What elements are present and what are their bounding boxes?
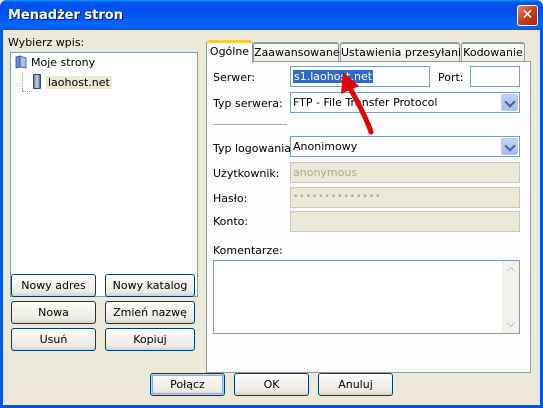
ok-button[interactable]: OK <box>234 373 309 396</box>
logon-type-value: Anonimowy <box>293 140 358 153</box>
copy-button[interactable]: Kopiuj <box>105 328 195 351</box>
password-input[interactable]: •••••••••••••• <box>290 187 520 208</box>
window-frame: Menadżer stron ✕ Wybierz wpis: Moje stro… <box>0 0 543 408</box>
tree-node-root[interactable]: Moje strony <box>15 55 95 71</box>
scroll-down-icon[interactable] <box>504 317 519 332</box>
delete-label: Usuń <box>39 333 68 346</box>
connect-label: Połącz <box>170 378 205 391</box>
user-input[interactable]: anonymous <box>290 162 520 183</box>
new-bookmark-button[interactable]: Nowa Zakładka <box>11 301 96 340</box>
copy-label: Kopiuj <box>133 333 167 346</box>
separator <box>213 124 287 126</box>
rename-button[interactable]: Zmień nazwę <box>105 301 195 324</box>
scroll-up-icon[interactable] <box>504 262 519 277</box>
logon-type-select[interactable]: Anonimowy <box>290 136 520 157</box>
new-site-label: Nowy adres <box>21 279 86 292</box>
server-type-label: Typ serwera: <box>213 97 283 110</box>
account-label: Konto: <box>213 215 249 228</box>
tab-charset-label: Kodowanie <box>463 46 523 59</box>
site-tree[interactable]: Moje strony laohost.net <box>10 52 198 297</box>
folder-open-icon <box>15 55 27 69</box>
tab-transfer-settings[interactable]: Ustawienia przesyłania <box>340 42 468 62</box>
title-bar[interactable]: Menadżer stron ✕ <box>0 0 543 30</box>
user-input-value: anonymous <box>293 166 358 179</box>
comments-scrollbar[interactable] <box>502 261 519 333</box>
new-folder-button[interactable]: Nowy katalog <box>105 274 195 297</box>
chevron-down-icon[interactable] <box>501 138 518 155</box>
rename-label: Zmień nazwę <box>113 306 187 319</box>
ok-label: OK <box>263 378 280 391</box>
port-input[interactable] <box>470 66 520 87</box>
comments-textarea[interactable] <box>213 260 520 334</box>
select-entry-label: Wybierz wpis: <box>8 36 85 49</box>
tree-node-site[interactable]: laohost.net <box>33 74 112 90</box>
close-icon: ✕ <box>521 7 534 23</box>
tab-advanced[interactable]: Zaawansowane <box>253 42 340 62</box>
tree-node-root-label: Moje strony <box>31 56 96 69</box>
dialog-client: Wybierz wpis: Moje strony laohost.net No… <box>3 30 540 405</box>
server-type-select[interactable]: FTP - File Transfer Protocol <box>290 92 520 113</box>
delete-button[interactable]: Usuń <box>11 328 96 351</box>
window-title: Menadżer stron <box>8 8 123 23</box>
tab-charset[interactable]: Kodowanie <box>461 42 525 62</box>
password-input-value: •••••••••••••• <box>293 192 382 202</box>
tree-connector <box>22 91 32 92</box>
password-label: Hasło: <box>213 192 248 205</box>
tree-connector <box>22 73 23 91</box>
user-label: Użytkownik: <box>213 167 280 180</box>
tab-general[interactable]: Ogólne <box>206 40 253 63</box>
close-button[interactable]: ✕ <box>517 5 538 26</box>
server-label: Serwer: <box>213 71 256 84</box>
port-label: Port: <box>438 71 464 84</box>
logon-type-label: Typ logowania: <box>213 142 295 155</box>
cancel-button[interactable]: Anuluj <box>318 373 393 396</box>
cancel-label: Anuluj <box>338 378 373 391</box>
tab-transfer-settings-label: Ustawienia przesyłania <box>341 46 468 59</box>
connect-button[interactable]: Połącz <box>150 373 225 396</box>
tree-node-site-label: laohost.net <box>46 76 112 89</box>
new-site-button[interactable]: Nowy adres <box>11 274 96 297</box>
account-input[interactable] <box>290 211 520 232</box>
chevron-down-icon[interactable] <box>501 94 518 111</box>
annotation-arrow-icon <box>341 72 374 135</box>
new-folder-label: Nowy katalog <box>112 279 188 292</box>
comments-label: Komentarze: <box>213 244 283 257</box>
tab-advanced-label: Zaawansowane <box>254 46 340 59</box>
tab-general-label: Ogólne <box>209 45 250 58</box>
server-icon <box>33 74 41 89</box>
